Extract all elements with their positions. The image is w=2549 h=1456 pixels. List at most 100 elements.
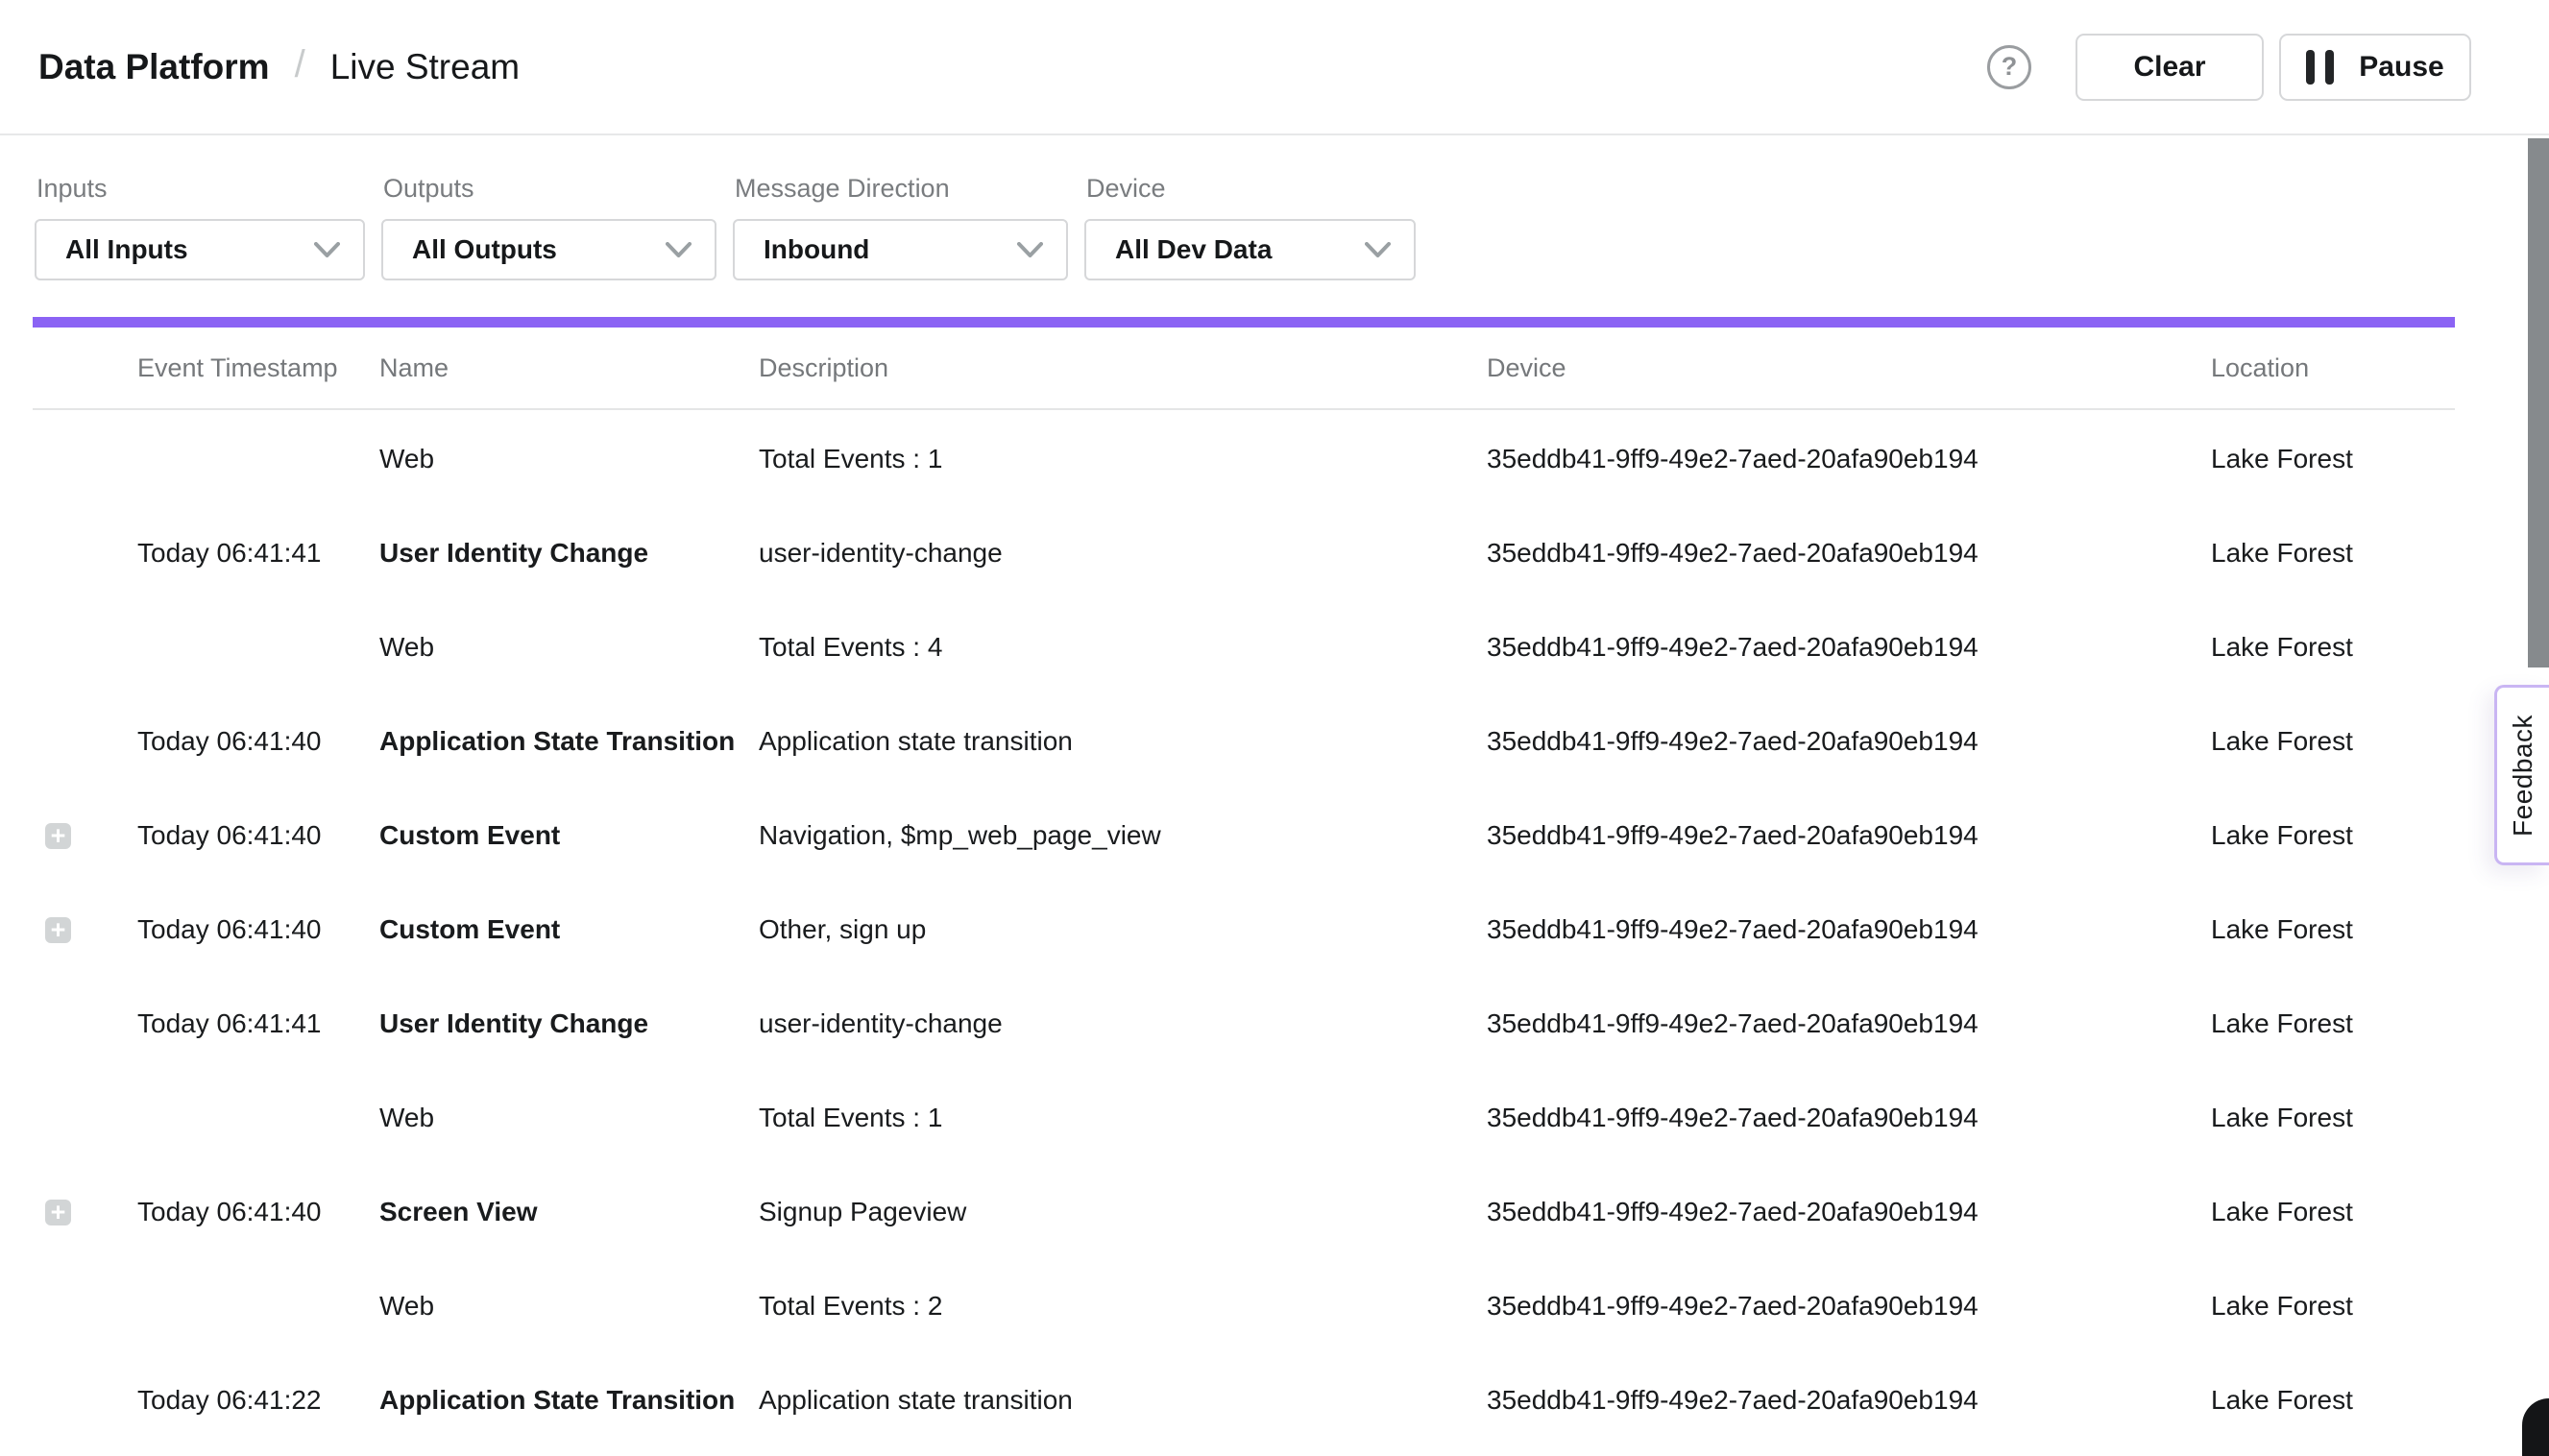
event-device: 35eddb41-9ff9-49e2-7aed-20afa90eb194: [1487, 632, 2211, 663]
column-header-device: Device: [1487, 353, 2211, 383]
event-description: Total Events : 4: [759, 632, 1487, 663]
event-description: Application state transition: [759, 726, 1487, 757]
message-direction-dropdown-value: Inbound: [764, 234, 869, 265]
page-title: Live Stream: [330, 47, 520, 87]
table-header: Event Timestamp Name Description Device …: [33, 328, 2455, 410]
event-timestamp: Today 06:41:40: [137, 820, 379, 851]
chevron-down-icon: [1017, 242, 1043, 258]
table-body: WebTotal Events : 135eddb41-9ff9-49e2-7a…: [33, 412, 2455, 1427]
corner-widget-button[interactable]: [2522, 1398, 2549, 1456]
event-description: Other, sign up: [759, 914, 1487, 945]
table-row[interactable]: +Today 06:41:40Screen ViewSignup Pagevie…: [33, 1165, 2455, 1259]
event-name: Web: [379, 632, 759, 663]
event-location: Lake Forest: [2211, 444, 2455, 474]
expand-cell: +: [33, 823, 137, 849]
event-name: Application State Transition: [379, 1385, 759, 1416]
event-device: 35eddb41-9ff9-49e2-7aed-20afa90eb194: [1487, 1385, 2211, 1416]
event-location: Lake Forest: [2211, 1197, 2455, 1227]
inputs-dropdown-value: All Inputs: [65, 234, 188, 265]
filter-group-outputs: Outputs All Outputs: [381, 135, 716, 280]
event-description: user-identity-change: [759, 1008, 1487, 1039]
event-location: Lake Forest: [2211, 820, 2455, 851]
stream-accent-bar: [33, 317, 2455, 328]
pause-button[interactable]: Pause: [2279, 34, 2471, 101]
outputs-dropdown[interactable]: All Outputs: [381, 219, 716, 280]
event-timestamp: Today 06:41:40: [137, 1197, 379, 1227]
filter-label-outputs: Outputs: [383, 173, 716, 204]
device-dropdown-value: All Dev Data: [1115, 234, 1272, 265]
breadcrumb-data-platform[interactable]: Data Platform: [38, 47, 270, 87]
event-name: Web: [379, 1291, 759, 1322]
filter-label-inputs: Inputs: [36, 173, 365, 204]
event-name: Web: [379, 444, 759, 474]
column-header-description: Description: [759, 353, 1487, 383]
filter-label-message-direction: Message Direction: [735, 173, 1068, 204]
table-row[interactable]: + Today 06:41:40Custom EventOther, sign u…: [33, 883, 2455, 977]
table-row[interactable]: Today 06:41:41User Identity Changeuser-i…: [33, 506, 2455, 600]
table-row[interactable]: Today 06:41:40Application State Transiti…: [33, 694, 2455, 789]
device-dropdown[interactable]: All Dev Data: [1084, 219, 1416, 280]
event-name: Screen View: [379, 1197, 759, 1227]
pause-button-label: Pause: [2359, 51, 2443, 84]
chevron-down-icon: [1365, 242, 1391, 258]
expand-row-icon[interactable]: +: [45, 1200, 71, 1225]
filter-bar: Inputs All Inputs Outputs All Outputs Me…: [35, 135, 1432, 280]
clear-button[interactable]: Clear: [2076, 34, 2264, 101]
expand-cell: +: [33, 917, 137, 943]
event-description: Total Events : 2: [759, 1291, 1487, 1322]
event-location: Lake Forest: [2211, 538, 2455, 569]
event-name: User Identity Change: [379, 1008, 759, 1039]
table-row[interactable]: WebTotal Events : 235eddb41-9ff9-49e2-7a…: [33, 1259, 2455, 1353]
column-header-location: Location: [2211, 353, 2455, 383]
event-device: 35eddb41-9ff9-49e2-7aed-20afa90eb194: [1487, 1008, 2211, 1039]
event-device: 35eddb41-9ff9-49e2-7aed-20afa90eb194: [1487, 444, 2211, 474]
table-row[interactable]: WebTotal Events : 135eddb41-9ff9-49e2-7a…: [33, 1071, 2455, 1165]
event-name: Custom Event: [379, 820, 759, 851]
filter-group-inputs: Inputs All Inputs: [35, 135, 365, 280]
event-description: user-identity-change: [759, 538, 1487, 569]
event-device: 35eddb41-9ff9-49e2-7aed-20afa90eb194: [1487, 1197, 2211, 1227]
feedback-tab-label: Feedback: [2508, 715, 2538, 837]
table-row[interactable]: WebTotal Events : 435eddb41-9ff9-49e2-7a…: [33, 600, 2455, 694]
event-location: Lake Forest: [2211, 914, 2455, 945]
table-row[interactable]: WebTotal Events : 135eddb41-9ff9-49e2-7a…: [33, 412, 2455, 506]
event-description: Total Events : 1: [759, 444, 1487, 474]
feedback-tab[interactable]: Feedback: [2494, 685, 2549, 865]
event-location: Lake Forest: [2211, 1291, 2455, 1322]
help-icon[interactable]: ?: [1987, 45, 2031, 89]
pause-icon: [2306, 50, 2334, 85]
inputs-dropdown[interactable]: All Inputs: [35, 219, 365, 280]
event-description: Navigation, $mp_web_page_view: [759, 820, 1487, 851]
expand-row-icon[interactable]: +: [45, 917, 71, 943]
breadcrumb-separator: /: [295, 43, 305, 86]
event-name: User Identity Change: [379, 538, 759, 569]
app-header: Data Platform / Live Stream ? Clear Paus…: [0, 0, 2549, 135]
filter-group-device: Device All Dev Data: [1084, 135, 1416, 280]
event-location: Lake Forest: [2211, 632, 2455, 663]
event-description: Total Events : 1: [759, 1103, 1487, 1133]
expand-cell: +: [33, 1200, 137, 1225]
table-row[interactable]: + Today 06:41:40Custom EventNavigation, $…: [33, 789, 2455, 883]
table-row[interactable]: Today 06:41:22Application State Transiti…: [33, 1353, 2455, 1427]
event-location: Lake Forest: [2211, 1008, 2455, 1039]
event-name: Custom Event: [379, 914, 759, 945]
event-timestamp: Today 06:41:40: [137, 726, 379, 757]
event-device: 35eddb41-9ff9-49e2-7aed-20afa90eb194: [1487, 914, 2211, 945]
event-name: Application State Transition: [379, 726, 759, 757]
header-actions: ? Clear Pause: [1987, 34, 2471, 101]
chevron-down-icon: [314, 242, 340, 258]
event-name: Web: [379, 1103, 759, 1133]
vertical-scrollbar-thumb[interactable]: [2528, 138, 2549, 667]
event-device: 35eddb41-9ff9-49e2-7aed-20afa90eb194: [1487, 820, 2211, 851]
event-location: Lake Forest: [2211, 1385, 2455, 1416]
event-location: Lake Forest: [2211, 1103, 2455, 1133]
event-device: 35eddb41-9ff9-49e2-7aed-20afa90eb194: [1487, 726, 2211, 757]
expand-row-icon[interactable]: +: [45, 823, 71, 849]
event-timestamp: Today 06:41:41: [137, 1008, 379, 1039]
event-device: 35eddb41-9ff9-49e2-7aed-20afa90eb194: [1487, 538, 2211, 569]
message-direction-dropdown[interactable]: Inbound: [733, 219, 1068, 280]
table-row[interactable]: Today 06:41:41User Identity Changeuser-i…: [33, 977, 2455, 1071]
event-timestamp: Today 06:41:22: [137, 1385, 379, 1416]
column-header-event-timestamp: Event Timestamp: [137, 353, 379, 383]
event-timestamp: Today 06:41:40: [137, 914, 379, 945]
